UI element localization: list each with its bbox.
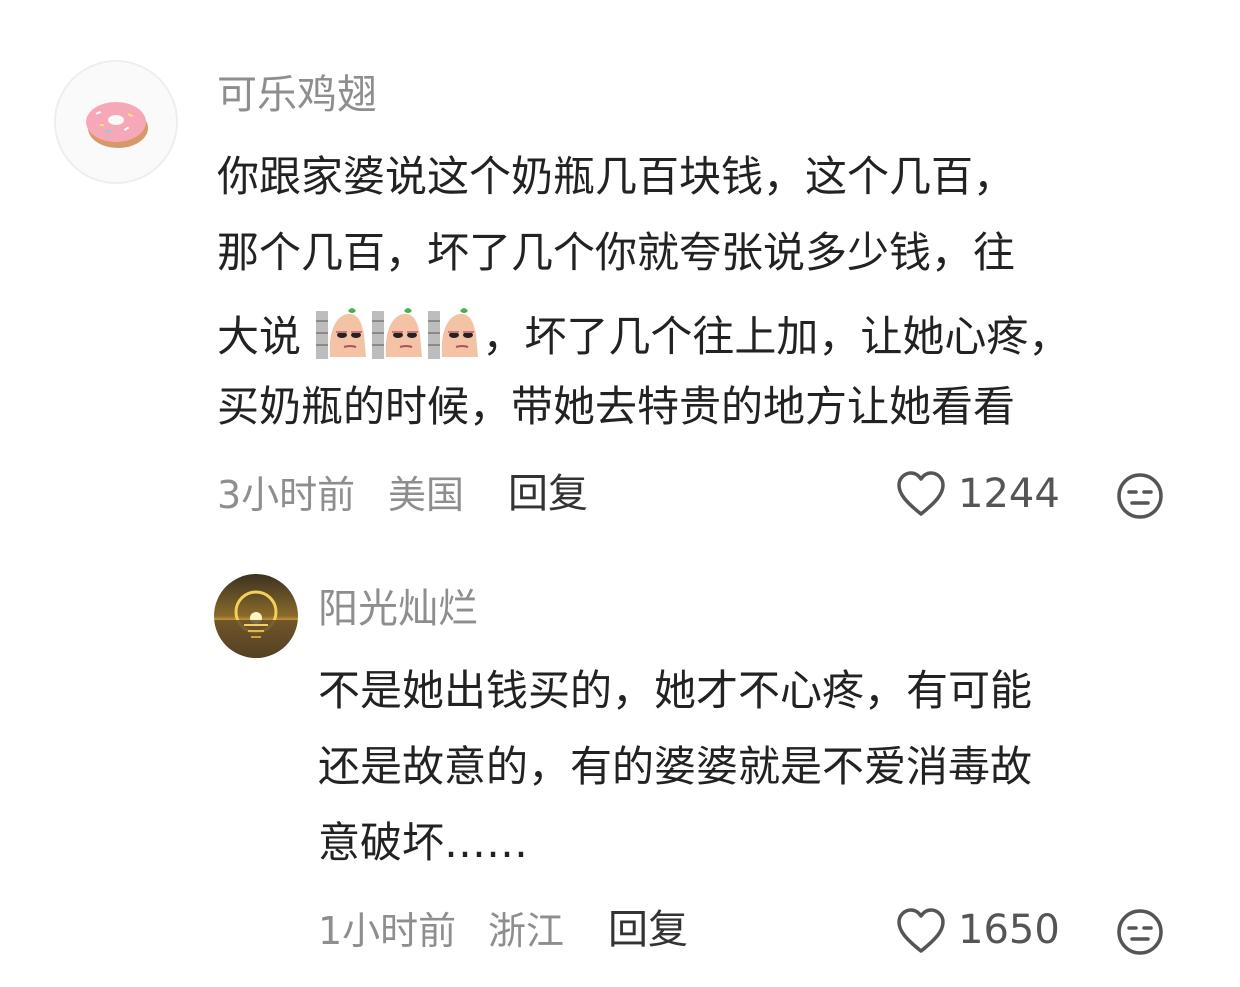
like-count: 1650 — [958, 907, 1060, 953]
sausage-sideeye-emoji — [426, 305, 482, 361]
comment-time: 1小时前 — [318, 909, 457, 953]
avatar[interactable] — [214, 574, 298, 658]
username[interactable]: 可乐鸡翅 — [217, 70, 377, 120]
username[interactable]: 阳光灿烂 — [318, 584, 478, 634]
neutral-face-icon[interactable] — [1116, 472, 1164, 520]
comment-text-line: 那个几百，坏了几个你就夸张说多少钱，往 — [217, 228, 1016, 277]
comment-item: 可乐鸡翅 你跟家婆说这个奶瓶几百块钱，这个几百， 那个几百，坏了几个你就夸张说多… — [0, 0, 1240, 540]
comment-text-line: 意破坏…… — [318, 818, 529, 867]
comment-location: 美国 — [388, 473, 465, 517]
sunset-icon — [214, 574, 298, 658]
neutral-face-icon[interactable] — [1116, 908, 1164, 956]
comment-text-segment: ，坏了几个往上加，让她心疼， — [482, 312, 1071, 361]
reply-comment-item: 阳光灿烂 不是她出钱买的，她才不心疼，有可能 还是故意的，有的婆婆就是不爱消毒故… — [0, 540, 1240, 987]
donut-icon — [56, 62, 176, 182]
comment-text-segment: 大说 — [217, 312, 302, 361]
heart-icon[interactable] — [896, 907, 946, 955]
comment-location: 浙江 — [488, 909, 565, 953]
comment-text-line: 还是故意的，有的婆婆就是不爱消毒故 — [318, 742, 1033, 791]
sausage-sideeye-emoji — [314, 305, 370, 361]
comment-text-line: 你跟家婆说这个奶瓶几百块钱，这个几百， — [217, 152, 1016, 201]
comment-time: 3小时前 — [217, 473, 356, 517]
comment-text-line: 买奶瓶的时候，带她去特贵的地方让她看看 — [217, 382, 1016, 431]
sausage-sideeye-emoji — [370, 305, 426, 361]
avatar[interactable] — [54, 60, 178, 184]
comment-text-line: 不是她出钱买的，她才不心疼，有可能 — [318, 666, 1033, 715]
reply-button[interactable]: 回复 — [508, 469, 588, 519]
heart-icon[interactable] — [896, 470, 946, 518]
reply-button[interactable]: 回复 — [608, 905, 688, 955]
comment-text-line-with-emoji: 大说 ，坏了几个往上加，让她心疼， — [217, 305, 1070, 362]
like-count: 1244 — [958, 471, 1060, 517]
